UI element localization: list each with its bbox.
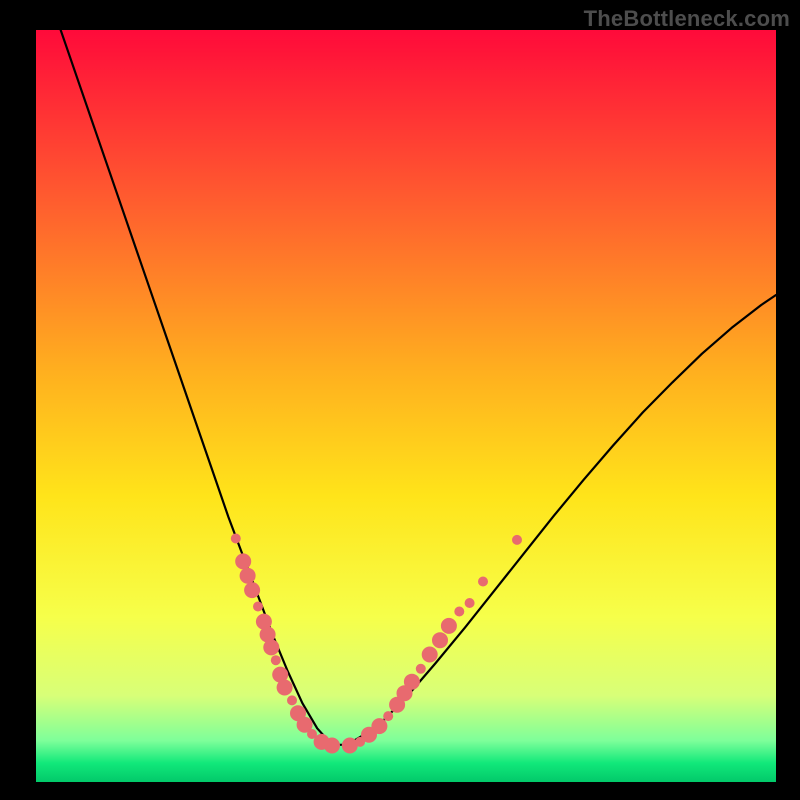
data-point [324,738,340,754]
data-point [512,535,522,545]
data-point [240,568,256,584]
watermark-text: TheBottleneck.com [584,6,790,32]
data-point [277,680,293,696]
chart-svg [0,0,800,800]
data-point [287,695,297,705]
data-point [235,553,251,569]
data-point [441,618,457,634]
data-point [342,738,358,754]
data-point [416,664,426,674]
data-point [454,607,464,617]
plot-background [36,30,776,782]
data-point [422,647,438,663]
data-point [231,534,241,544]
data-point [404,674,420,690]
chart-stage: TheBottleneck.com [0,0,800,800]
data-point [271,655,281,665]
data-point [432,632,448,648]
data-point [253,602,263,612]
data-point [371,718,387,734]
data-point [383,711,393,721]
data-point [465,598,475,608]
data-point [263,639,279,655]
data-point [244,582,260,598]
data-point [478,577,488,587]
